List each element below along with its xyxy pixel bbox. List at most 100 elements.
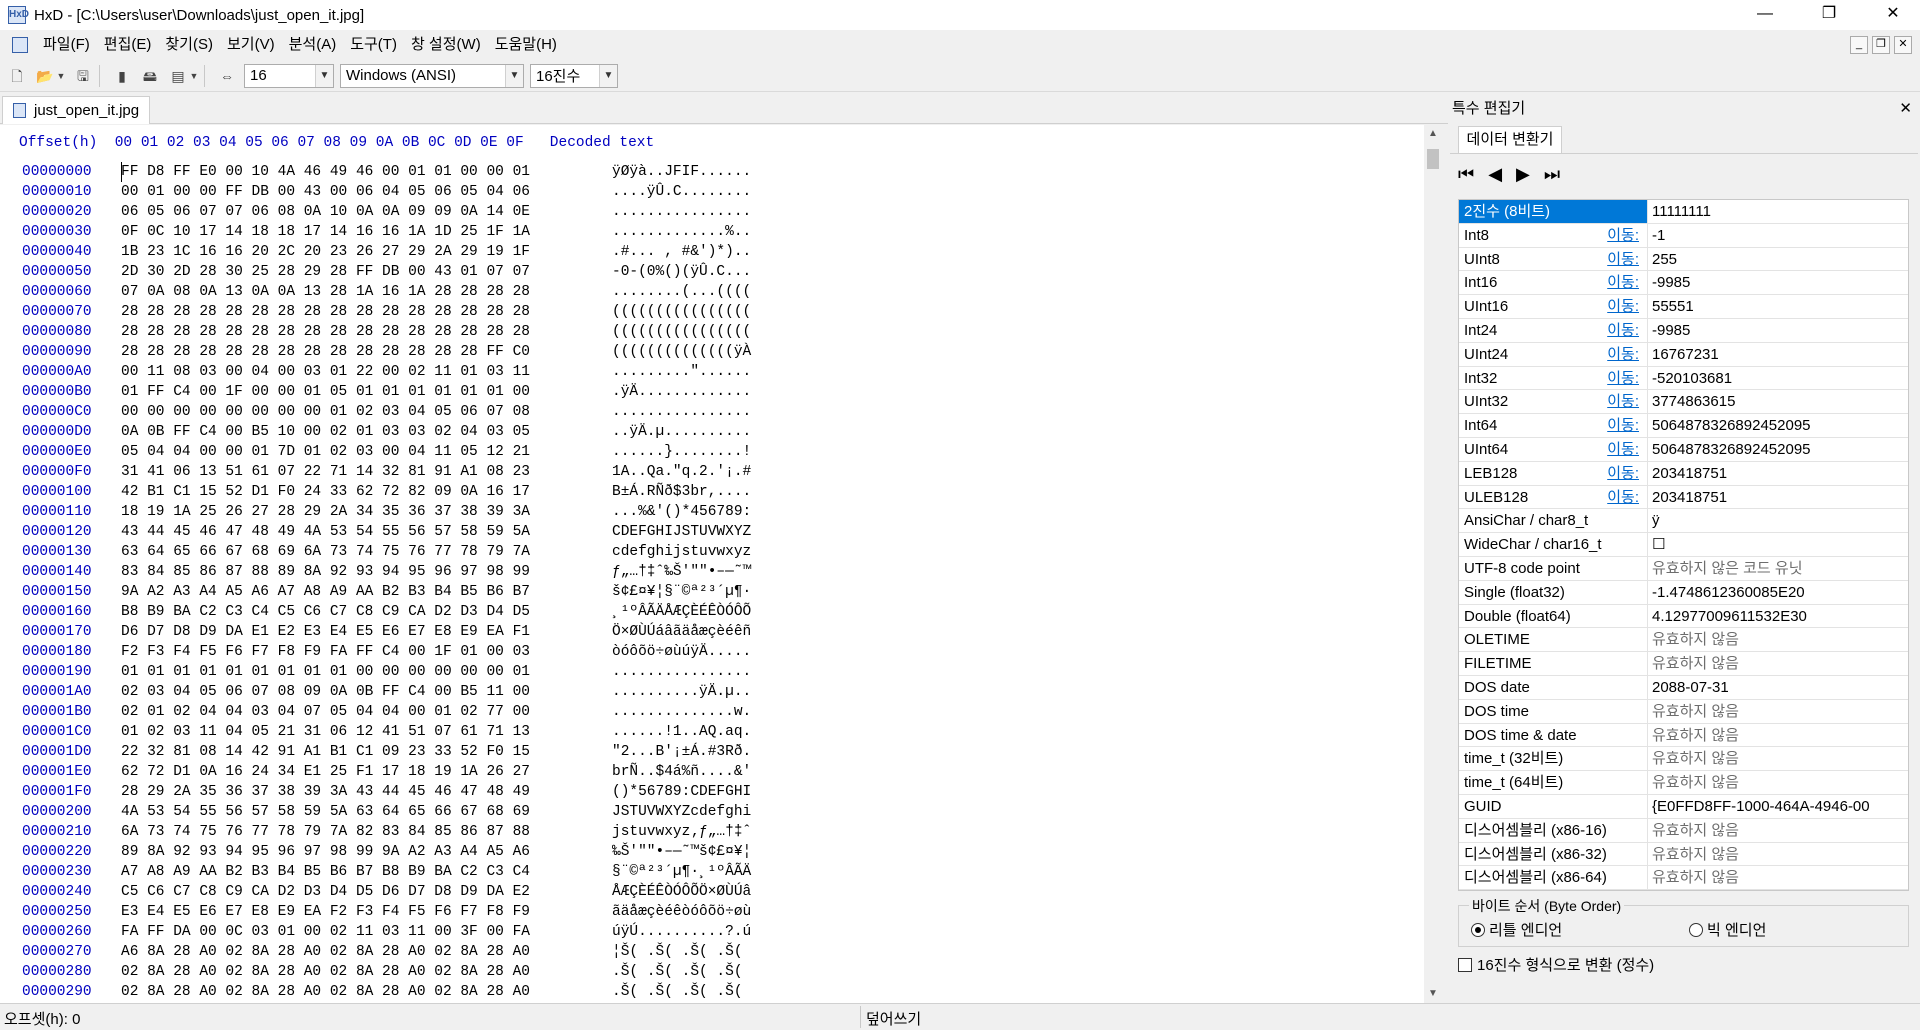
inspector-row[interactable]: 2진수 (8비트) 11111111 [1459, 200, 1908, 224]
inspector-value[interactable]: 유효하지 않음 [1647, 842, 1908, 866]
inspector-value[interactable]: 유효하지 않음 [1647, 747, 1908, 771]
inspector-row[interactable]: 디스어셈블리 (x86-16) 유효하지 않음 [1459, 818, 1908, 843]
maximize-button[interactable]: ❐ [1806, 0, 1852, 30]
minimize-button[interactable]: — [1742, 0, 1788, 30]
inspector-value[interactable]: 5064878326892452095 [1647, 414, 1908, 437]
first-icon[interactable]: ⏮ [1458, 164, 1474, 185]
inspector-value[interactable]: ☐ [1647, 533, 1908, 556]
mdi-close-button[interactable]: ✕ [1894, 36, 1912, 54]
big-endian-radio[interactable]: 빅 엔디언 [1689, 919, 1766, 940]
document-icon[interactable] [12, 37, 28, 53]
inspector-row[interactable]: Int16 이동: -9985 [1459, 271, 1908, 296]
scroll-up-icon[interactable]: ▲ [1424, 125, 1442, 143]
inspector-row[interactable]: 디스어셈블리 (x86-64) 유효하지 않음 [1459, 866, 1908, 891]
inspector-row[interactable]: UInt32 이동: 3774863615 [1459, 390, 1908, 415]
inspector-row[interactable]: time_t (64비트) 유효하지 않음 [1459, 771, 1908, 795]
inspector-value[interactable]: 16767231 [1647, 342, 1908, 366]
mdi-minimize-button[interactable]: _ [1850, 36, 1868, 54]
menu-search[interactable]: 찾기(S) [158, 30, 220, 60]
inspector-row[interactable]: UInt24 이동: 16767231 [1459, 342, 1908, 367]
menu-analysis[interactable]: 분석(A) [282, 30, 344, 60]
inspector-value[interactable]: 유효하지 않음 [1647, 723, 1908, 747]
inspector-value[interactable]: -1 [1647, 223, 1908, 247]
menu-tools[interactable]: 도구(T) [343, 30, 404, 60]
inspector-value[interactable]: {E0FFD8FF-1000-464A-4946-00 [1647, 794, 1908, 818]
inspector-value[interactable]: 3774863615 [1647, 390, 1908, 414]
inspector-row[interactable]: DOS time 유효하지 않음 [1459, 699, 1908, 724]
menu-help[interactable]: 도움말(H) [488, 30, 564, 60]
inspector-value[interactable]: -520103681 [1647, 366, 1908, 390]
inspector-value[interactable]: 유효하지 않음 [1647, 652, 1908, 675]
goto-link[interactable]: 이동: [1607, 343, 1639, 366]
ram-dropdown-icon[interactable]: ▼ [189, 65, 199, 87]
next-icon[interactable]: ▶ [1516, 164, 1530, 185]
goto-link[interactable]: 이동: [1607, 224, 1639, 247]
goto-link[interactable]: 이동: [1607, 271, 1639, 294]
inspector-value[interactable]: 유효하지 않음 [1647, 628, 1908, 652]
menu-window[interactable]: 창 설정(W) [404, 30, 488, 60]
open-dropdown-icon[interactable]: ▼ [56, 65, 66, 87]
menu-view[interactable]: 보기(V) [220, 30, 282, 60]
tab-just-open-it[interactable]: just_open_it.jpg [2, 96, 150, 124]
inspector-value[interactable]: 유효하지 않음 [1647, 818, 1908, 842]
inspector-row[interactable]: Single (float32) -1.4748612360085E20 [1459, 580, 1908, 605]
hex-editor[interactable]: Offset(h) 00 01 02 03 04 05 06 07 08 09 … [0, 125, 1424, 1003]
inspector-value[interactable]: 2088-07-31 [1647, 675, 1908, 699]
hex-scrollbar[interactable]: ▲ ▼ [1424, 125, 1442, 1003]
menu-edit[interactable]: 편집(E) [97, 30, 159, 60]
ram-icon[interactable]: ▤ [167, 65, 189, 87]
inspector-row[interactable]: FILETIME 유효하지 않음 [1459, 652, 1908, 676]
close-button[interactable]: ✕ [1870, 0, 1916, 30]
new-file-icon[interactable]: 🗋 [6, 65, 28, 87]
inspector-value[interactable]: 255 [1647, 247, 1908, 271]
inspector-row[interactable]: UInt8 이동: 255 [1459, 247, 1908, 272]
bytes-per-row-select[interactable]: 16 ▼ [244, 63, 334, 88]
inspector-row[interactable]: Int8 이동: -1 [1459, 223, 1908, 248]
goto-link[interactable]: 이동: [1607, 462, 1639, 485]
scroll-down-icon[interactable]: ▼ [1424, 985, 1442, 1003]
inspector-row[interactable]: 디스어셈블리 (x86-32) 유효하지 않음 [1459, 842, 1908, 867]
inspector-row[interactable]: UInt16 이동: 55551 [1459, 295, 1908, 319]
menu-file[interactable]: 파일(F) [36, 30, 97, 60]
inspector-row[interactable]: time_t (32비트) 유효하지 않음 [1459, 747, 1908, 772]
inspector-row[interactable]: Int24 이동: -9985 [1459, 318, 1908, 343]
inspector-value[interactable]: 유효하지 않음 [1647, 771, 1908, 794]
inspector-value[interactable]: 유효하지 않음 [1647, 699, 1908, 723]
goto-link[interactable]: 이동: [1607, 248, 1639, 271]
inspector-value[interactable]: 유효하지 않은 코드 유닛 [1647, 556, 1908, 580]
close-file-icon[interactable]: ▮ [111, 65, 133, 87]
inspector-row[interactable]: Int32 이동: -520103681 [1459, 366, 1908, 391]
last-icon[interactable]: ⏭ [1544, 164, 1560, 185]
goto-link[interactable]: 이동: [1607, 367, 1639, 390]
hex-integer-checkbox[interactable]: 16진수 형식으로 변환 (정수) [1458, 954, 1654, 975]
inspector-row[interactable]: DOS time & date 유효하지 않음 [1459, 723, 1908, 748]
goto-link[interactable]: 이동: [1607, 438, 1639, 461]
goto-link[interactable]: 이동: [1607, 414, 1639, 437]
inspector-row[interactable]: Int64 이동: 5064878326892452095 [1459, 414, 1908, 438]
goto-link[interactable]: 이동: [1607, 295, 1639, 318]
inspector-value[interactable]: 55551 [1647, 295, 1908, 318]
inspector-value[interactable]: 11111111 [1647, 200, 1908, 223]
panel-close-icon[interactable]: ✕ [1899, 99, 1912, 117]
inspector-value[interactable]: 유효하지 않음 [1647, 866, 1908, 890]
mdi-restore-button[interactable]: ❐ [1872, 36, 1890, 54]
inspector-row[interactable]: OLETIME 유효하지 않음 [1459, 628, 1908, 653]
inspector-row[interactable]: Double (float64) 4.12977009611532E30 [1459, 604, 1908, 629]
inspector-row[interactable]: GUID {E0FFD8FF-1000-464A-4946-00 [1459, 794, 1908, 819]
inspector-value[interactable]: ÿ [1647, 509, 1908, 533]
offset-base-select[interactable]: 16진수 ▼ [530, 63, 618, 88]
tab-data-inspector[interactable]: 데이터 변환기 [1458, 126, 1562, 154]
inspector-row[interactable]: WideChar / char16_t ☐ [1459, 533, 1908, 557]
inspector-row[interactable]: LEB128 이동: 203418751 [1459, 461, 1908, 486]
goto-link[interactable]: 이동: [1607, 390, 1639, 413]
inspector-value[interactable]: 203418751 [1647, 485, 1908, 509]
inspector-value[interactable]: 5064878326892452095 [1647, 437, 1908, 461]
inspector-value[interactable]: -1.4748612360085E20 [1647, 580, 1908, 604]
inspector-row[interactable]: UInt64 이동: 5064878326892452095 [1459, 437, 1908, 462]
inspector-value[interactable]: -9985 [1647, 318, 1908, 342]
open-file-icon[interactable]: 📂 [34, 65, 56, 87]
disk-icon[interactable]: 🖴 [139, 65, 161, 87]
inspector-row[interactable]: DOS date 2088-07-31 [1459, 675, 1908, 700]
save-icon[interactable]: 🖫 [72, 65, 94, 87]
scroll-thumb[interactable] [1427, 149, 1439, 169]
